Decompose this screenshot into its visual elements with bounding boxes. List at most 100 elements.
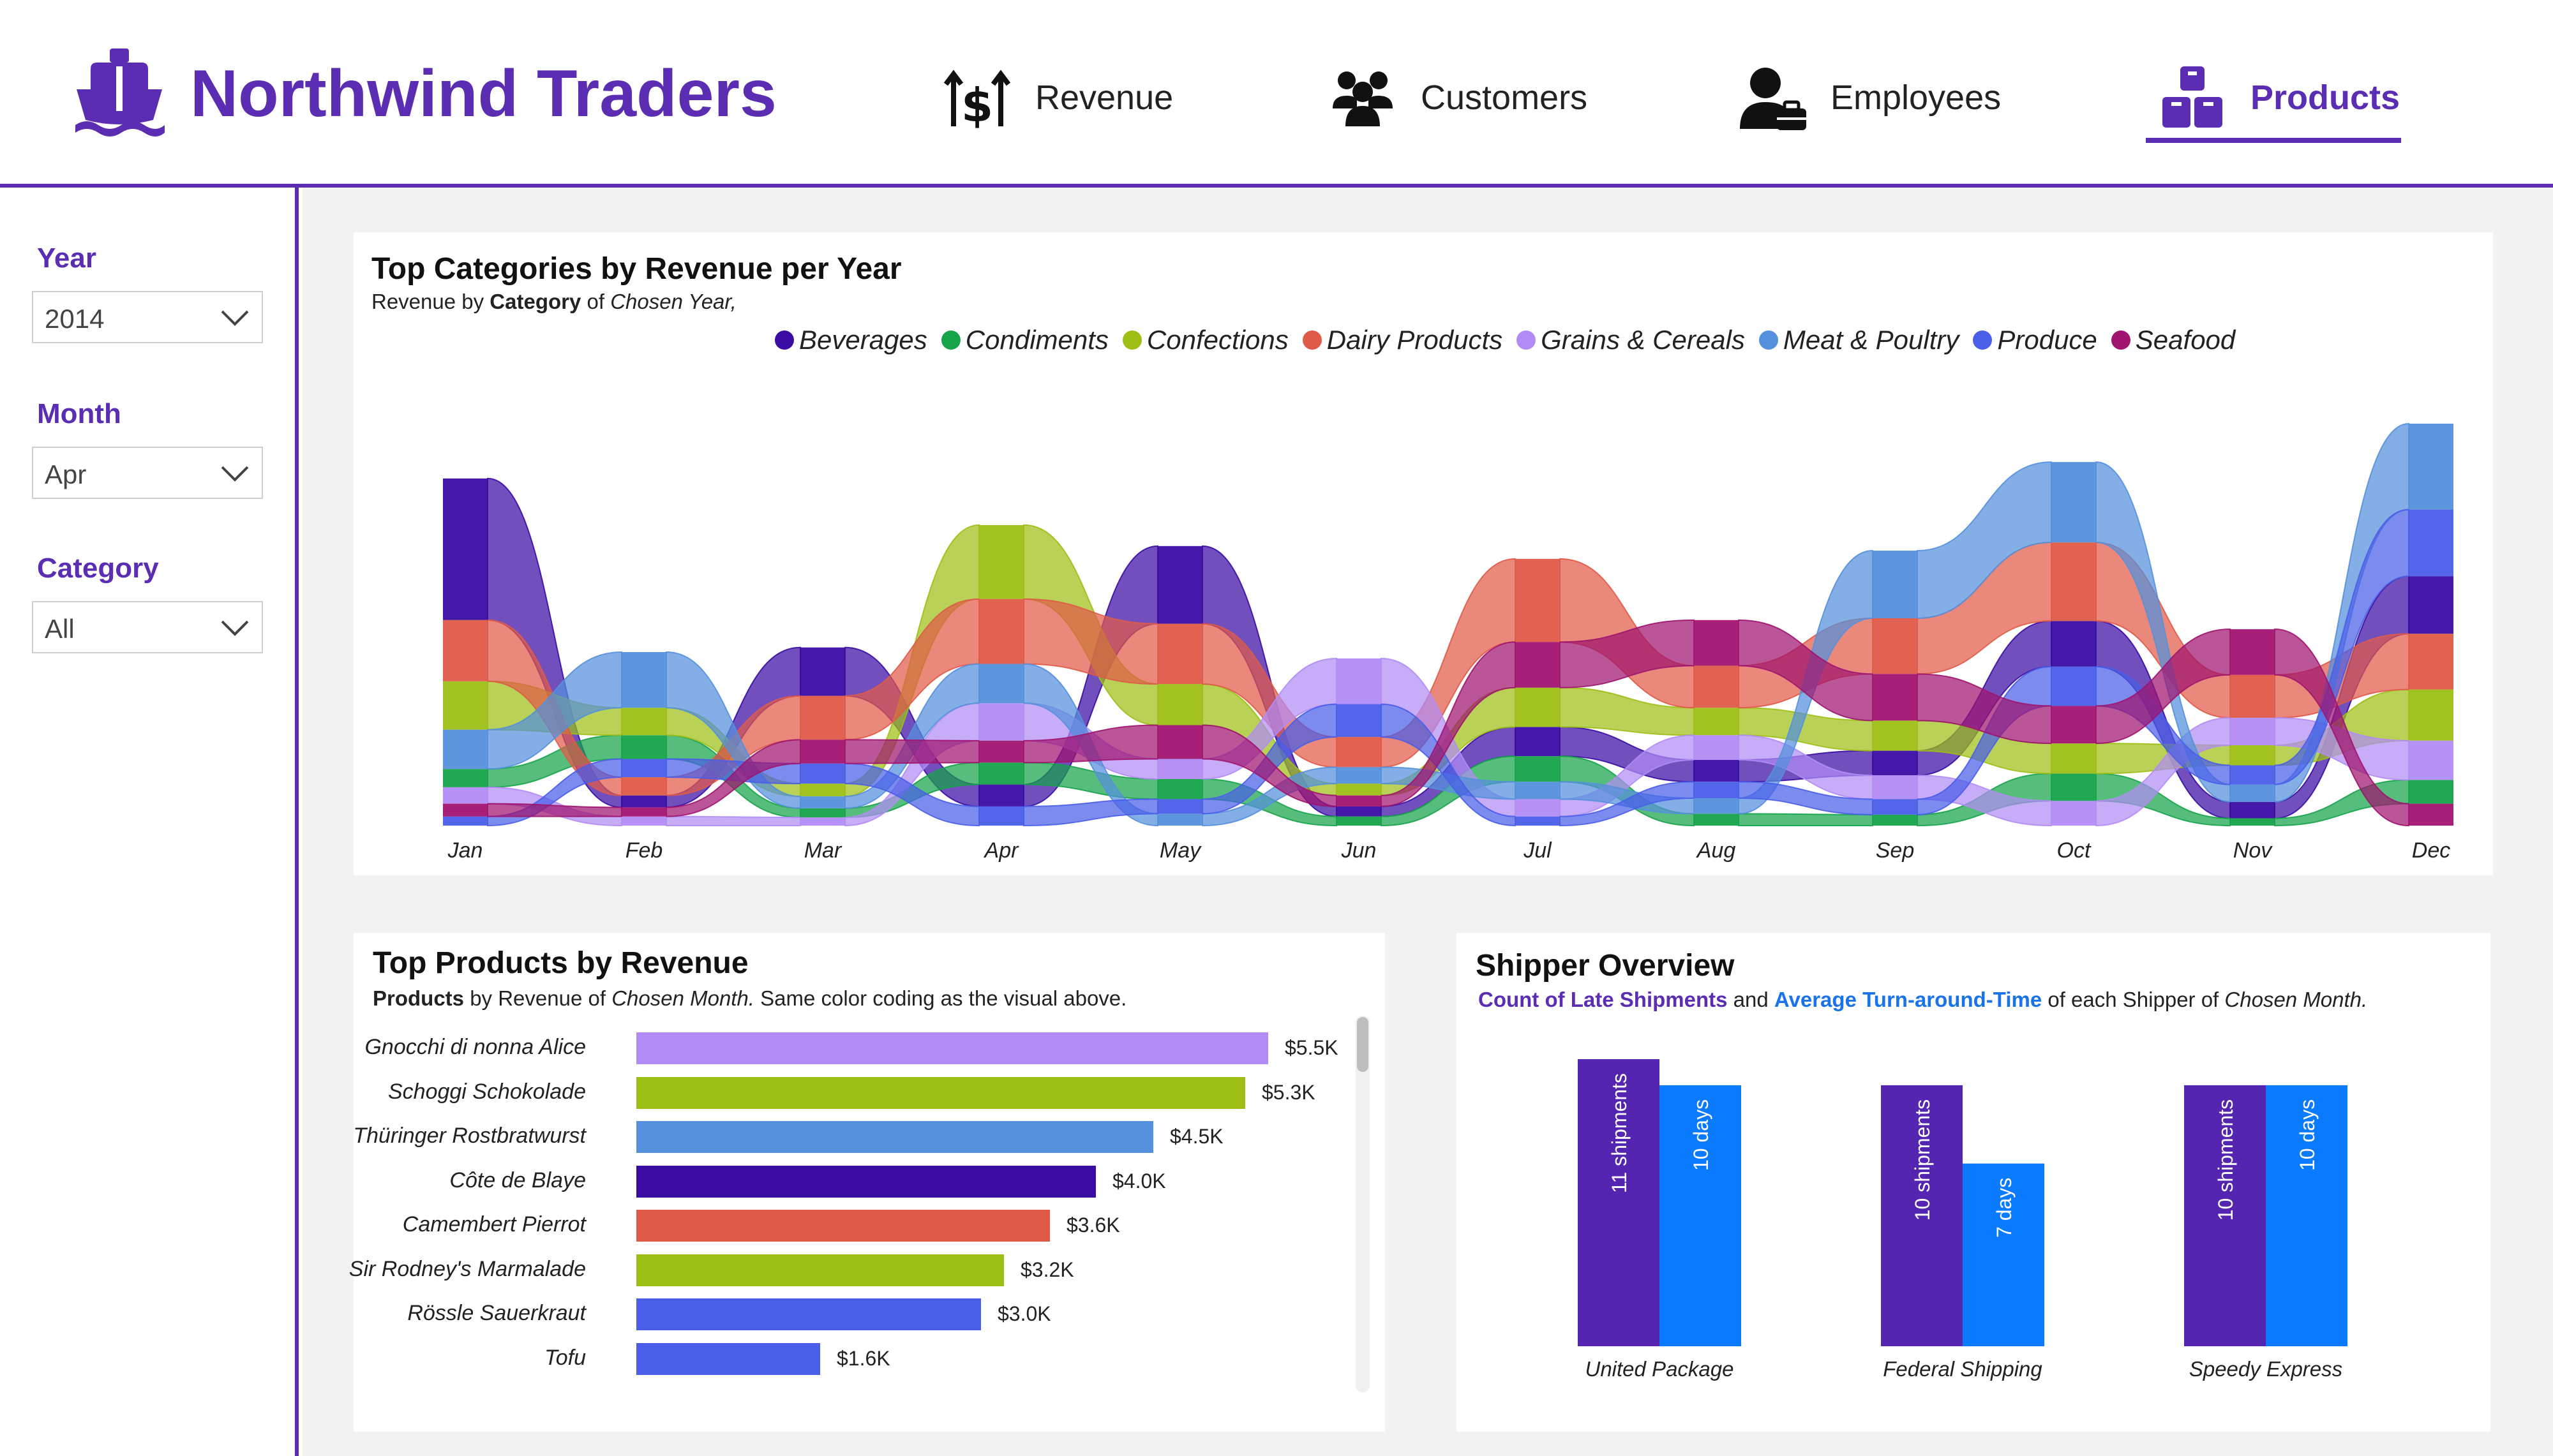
ribbon-segment-dairy-products[interactable] xyxy=(979,598,1024,664)
ribbon-segment-grains-cereals[interactable] xyxy=(1336,658,1381,704)
year-dropdown[interactable]: 2014 xyxy=(32,291,263,343)
ribbon-segment-dairy-products[interactable] xyxy=(1336,737,1381,768)
ribbon-segment-beverages[interactable] xyxy=(800,647,845,696)
ribbon-segment-dairy-products[interactable] xyxy=(2230,674,2275,718)
ribbon-segment-condiments[interactable] xyxy=(622,735,666,759)
ribbon-segment-grains-cereals[interactable] xyxy=(979,703,1024,741)
ribbon-segment-produce[interactable] xyxy=(2409,509,2453,577)
ribbon-chart-card[interactable]: Top Categories by Revenue per Year Reven… xyxy=(354,232,2493,875)
products-scrollbar[interactable] xyxy=(1356,1016,1370,1392)
ribbon-segment-seafood[interactable] xyxy=(2051,706,2096,744)
ribbon-segment-grains-cereals[interactable] xyxy=(2409,740,2453,780)
ribbon-segment-produce[interactable] xyxy=(2051,666,2096,706)
product-bar-row[interactable]: Sir Rodney's Marmalade $3.2K xyxy=(349,1254,1349,1286)
ribbon-segment-meat-poultry[interactable] xyxy=(1158,813,1202,826)
ribbon-segment-condiments[interactable] xyxy=(2409,780,2453,804)
product-bar[interactable] xyxy=(636,1032,1268,1064)
nav-revenue[interactable]: $ Revenue xyxy=(942,56,1173,139)
ribbon-segment-confections[interactable] xyxy=(1694,708,1739,736)
nav-products[interactable]: Products xyxy=(2157,56,2400,139)
ribbon-segment-beverages[interactable] xyxy=(2051,621,2096,667)
ribbon-band-grains-cereals[interactable] xyxy=(666,815,801,827)
ribbon-chart[interactable]: Jan Feb Mar Apr May Jun Jul Aug Sep Oct Nov Dec xyxy=(354,232,2493,875)
ribbon-segment-meat-poultry[interactable] xyxy=(622,651,666,708)
ribbon-segment-confections[interactable] xyxy=(800,784,845,797)
month-dropdown[interactable]: Apr xyxy=(32,447,263,499)
ribbon-band-condiments[interactable] xyxy=(1738,813,1873,827)
ribbon-segment-produce[interactable] xyxy=(443,816,488,826)
product-bar[interactable] xyxy=(636,1121,1153,1153)
ribbon-segment-confections[interactable] xyxy=(1873,720,1917,751)
ribbon-segment-condiments[interactable] xyxy=(979,762,1024,785)
products-scrollbar-thumb[interactable] xyxy=(1357,1017,1368,1072)
ribbon-segment-dairy-products[interactable] xyxy=(1694,665,1739,708)
ribbon-segment-confections[interactable] xyxy=(1336,784,1381,796)
ribbon-segment-condiments[interactable] xyxy=(1336,816,1381,826)
ribbon-segment-confections[interactable] xyxy=(979,524,1024,599)
ribbon-segment-meat-poultry[interactable] xyxy=(2051,462,2096,543)
product-bar-row[interactable]: Côte de Blaye $4.0K xyxy=(354,1165,1349,1198)
product-bar[interactable] xyxy=(636,1342,820,1375)
ribbon-segment-confections[interactable] xyxy=(2409,689,2453,741)
ribbon-segment-beverages[interactable] xyxy=(1158,546,1202,624)
ribbon-segment-dairy-products[interactable] xyxy=(800,695,845,740)
ribbon-segment-grains-cereals[interactable] xyxy=(800,817,845,826)
ribbon-segment-beverages[interactable] xyxy=(1515,727,1560,757)
ribbon-segment-dairy-products[interactable] xyxy=(622,777,666,796)
ribbon-segment-dairy-products[interactable] xyxy=(443,620,488,681)
ribbon-segment-produce[interactable] xyxy=(979,806,1024,826)
product-bar[interactable] xyxy=(636,1210,1050,1242)
ribbon-segment-condiments[interactable] xyxy=(1158,778,1202,799)
ribbon-segment-condiments[interactable] xyxy=(1515,756,1560,782)
category-dropdown[interactable]: All xyxy=(32,601,263,653)
ribbon-segment-beverages[interactable] xyxy=(2409,576,2453,634)
ribbon-segment-meat-poultry[interactable] xyxy=(2230,784,2275,802)
ribbon-segment-grains-cereals[interactable] xyxy=(1694,735,1739,760)
ribbon-segment-dairy-products[interactable] xyxy=(2051,542,2096,621)
nav-customers[interactable]: Customers xyxy=(1328,56,1587,139)
ribbon-segment-grains-cereals[interactable] xyxy=(2051,801,2096,826)
product-bar-row[interactable]: Camembert Pierrot $3.6K xyxy=(354,1210,1349,1242)
ribbon-segment-condiments[interactable] xyxy=(800,808,845,818)
ribbon-segment-beverages[interactable] xyxy=(1694,759,1739,782)
ribbon-segment-seafood[interactable] xyxy=(2409,803,2453,826)
ribbon-segment-beverages[interactable] xyxy=(443,478,488,620)
ribbon-segment-meat-poultry[interactable] xyxy=(443,729,488,769)
ribbon-segment-condiments[interactable] xyxy=(443,769,488,787)
ribbon-segment-produce[interactable] xyxy=(1336,704,1381,738)
product-bar-row[interactable]: Tofu $1.6K xyxy=(354,1342,1349,1375)
ribbon-segment-grains-cereals[interactable] xyxy=(2230,718,2275,745)
ribbon-segment-confections[interactable] xyxy=(2051,743,2096,774)
ribbon-segment-seafood[interactable] xyxy=(1515,642,1560,688)
ribbon-segment-dairy-products[interactable] xyxy=(1515,558,1560,643)
ribbon-segment-meat-poultry[interactable] xyxy=(979,664,1024,704)
ribbon-segment-produce[interactable] xyxy=(1515,816,1560,826)
ribbon-segment-condiments[interactable] xyxy=(2051,773,2096,801)
ribbon-segment-produce[interactable] xyxy=(800,763,845,784)
product-bar[interactable] xyxy=(636,1298,981,1330)
product-bar-row[interactable]: Schoggi Schokolade $5.3K xyxy=(354,1076,1349,1109)
ribbon-segment-meat-poultry[interactable] xyxy=(2409,424,2453,510)
ribbon-segment-confections[interactable] xyxy=(622,708,666,736)
ribbon-segment-beverages[interactable] xyxy=(979,784,1024,806)
ribbon-segment-meat-poultry[interactable] xyxy=(1515,782,1560,799)
product-bar[interactable] xyxy=(636,1254,1004,1286)
product-bar-row[interactable]: Gnocchi di nonna Alice $5.5K xyxy=(354,1032,1349,1064)
ribbon-segment-meat-poultry[interactable] xyxy=(800,796,845,808)
ribbon-segment-produce[interactable] xyxy=(1873,799,1917,815)
ribbon-segment-seafood[interactable] xyxy=(979,740,1024,763)
ribbon-segment-confections[interactable] xyxy=(2230,745,2275,766)
ribbon-segment-confections[interactable] xyxy=(443,681,488,730)
ribbon-segment-produce[interactable] xyxy=(2230,765,2275,785)
ribbon-segment-seafood[interactable] xyxy=(2230,629,2275,675)
product-bar-row[interactable]: Rössle Sauerkraut $3.0K xyxy=(354,1298,1349,1330)
nav-employees[interactable]: Employees xyxy=(1737,56,2001,139)
ribbon-segment-beverages[interactable] xyxy=(622,795,666,808)
ribbon-segment-produce[interactable] xyxy=(1158,799,1202,814)
ribbon-segment-dairy-products[interactable] xyxy=(1158,623,1202,685)
product-bar[interactable] xyxy=(636,1165,1096,1198)
ribbon-segment-produce[interactable] xyxy=(622,759,666,778)
ribbon-segment-seafood[interactable] xyxy=(1336,795,1381,806)
ribbon-segment-dairy-products[interactable] xyxy=(1873,618,1917,674)
ribbon-segment-seafood[interactable] xyxy=(443,803,488,817)
